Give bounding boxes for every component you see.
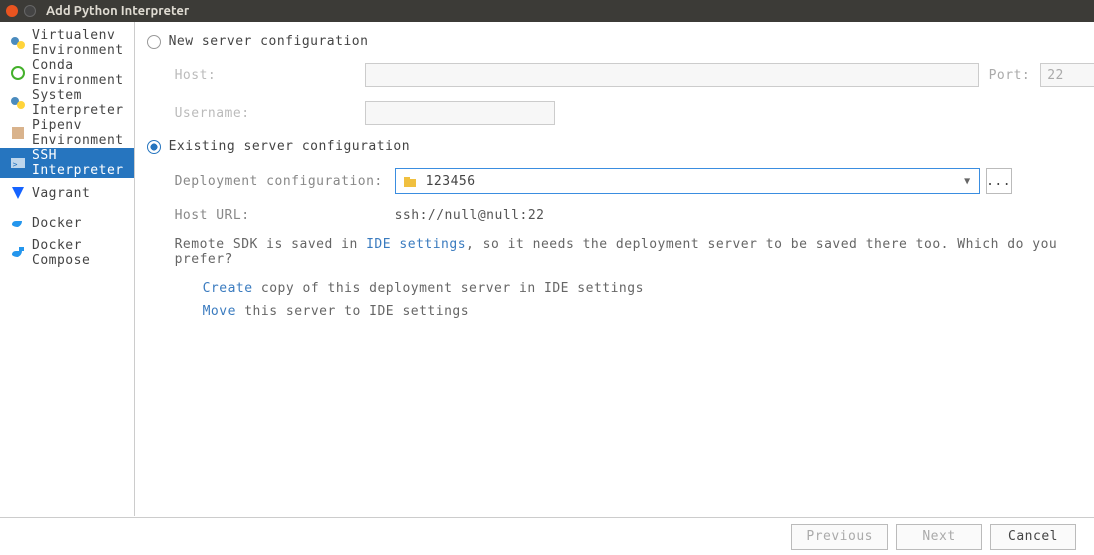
move-link[interactable]: Move — [203, 304, 236, 319]
host-label: Host: — [175, 68, 365, 83]
ide-settings-link[interactable]: IDE settings — [366, 237, 466, 252]
sidebar-item-label: Docker Compose — [32, 238, 124, 268]
interpreter-type-sidebar: Virtualenv Environment Conda Environment… — [0, 22, 135, 516]
sidebar-item-system[interactable]: System Interpreter — [0, 88, 134, 118]
svg-text:>_: >_ — [13, 160, 24, 169]
vagrant-icon — [10, 185, 26, 201]
minimize-icon[interactable] — [24, 5, 36, 17]
cancel-button[interactable]: Cancel — [990, 524, 1076, 550]
conda-icon — [10, 65, 26, 81]
ssh-interpreter-panel: New server configuration Host: Port: Use… — [135, 22, 1094, 516]
sidebar-item-label: Docker — [32, 216, 82, 231]
sidebar-item-label: Pipenv Environment — [32, 118, 124, 148]
new-server-radio-row[interactable]: New server configuration — [147, 34, 1094, 49]
sidebar-item-label: Virtualenv Environment — [32, 28, 124, 58]
port-input[interactable] — [1040, 63, 1094, 87]
sidebar-item-label: Vagrant — [32, 186, 90, 201]
existing-server-radio-row[interactable]: Existing server configuration — [147, 139, 1094, 154]
pipenv-icon — [10, 125, 26, 141]
hosturl-value: ssh://null@null:22 — [395, 208, 545, 223]
sidebar-item-ssh[interactable]: >_ SSH Interpreter — [0, 148, 134, 178]
move-line: Move this server to IDE settings — [203, 304, 1094, 319]
close-icon[interactable] — [6, 5, 18, 17]
radio-icon[interactable] — [147, 140, 161, 154]
ellipsis-icon: ... — [986, 174, 1011, 189]
create-link[interactable]: Create — [203, 281, 253, 296]
docker-compose-icon — [10, 245, 26, 261]
hosturl-label: Host URL: — [175, 208, 395, 223]
dialog-footer: Previous Next Cancel — [0, 517, 1094, 555]
sidebar-item-conda[interactable]: Conda Environment — [0, 58, 134, 88]
radio-icon[interactable] — [147, 35, 161, 49]
more-button[interactable]: ... — [986, 168, 1012, 194]
sidebar-item-docker[interactable]: Docker — [0, 208, 134, 238]
next-button[interactable]: Next — [896, 524, 982, 550]
info-text: Remote SDK is saved in IDE settings, so … — [175, 237, 1094, 267]
create-copy-line: Create copy of this deployment server in… — [203, 281, 1094, 296]
host-input[interactable] — [365, 63, 979, 87]
deploy-config-label: Deployment configuration: — [175, 174, 395, 189]
python-icon — [10, 95, 26, 111]
sftp-icon — [402, 173, 418, 189]
docker-icon — [10, 215, 26, 231]
port-label: Port: — [989, 68, 1031, 83]
sidebar-item-label: Conda Environment — [32, 58, 124, 88]
python-icon — [10, 35, 26, 51]
deploy-config-value: 123456 — [426, 174, 476, 189]
sidebar-item-docker-compose[interactable]: Docker Compose — [0, 238, 134, 268]
chevron-down-icon: ▼ — [964, 176, 971, 187]
previous-button[interactable]: Previous — [791, 524, 888, 550]
sidebar-item-label: SSH Interpreter — [32, 148, 124, 178]
existing-server-label: Existing server configuration — [169, 139, 410, 154]
username-label: Username: — [175, 106, 365, 121]
sidebar-item-virtualenv[interactable]: Virtualenv Environment — [0, 28, 134, 58]
titlebar: Add Python Interpreter — [0, 0, 1094, 22]
sidebar-item-vagrant[interactable]: Vagrant — [0, 178, 134, 208]
username-input[interactable] — [365, 101, 555, 125]
deploy-config-select[interactable]: 123456 ▼ — [395, 168, 980, 194]
window-title: Add Python Interpreter — [46, 4, 189, 18]
new-server-label: New server configuration — [169, 34, 369, 49]
ssh-icon: >_ — [10, 155, 26, 171]
sidebar-item-pipenv[interactable]: Pipenv Environment — [0, 118, 134, 148]
sidebar-item-label: System Interpreter — [32, 88, 124, 118]
